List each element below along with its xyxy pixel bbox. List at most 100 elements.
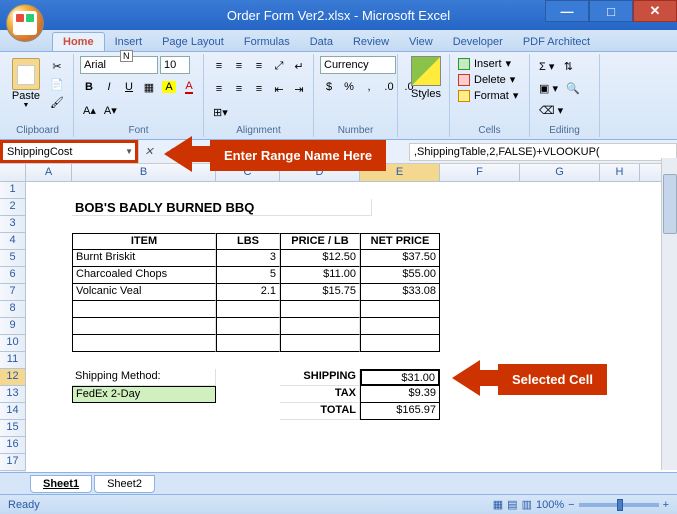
cut-button[interactable]: ✂	[48, 58, 66, 74]
format-painter-button[interactable]: 🖌	[48, 94, 66, 110]
cell-price-1[interactable]: $11.00	[280, 267, 360, 284]
bold-button[interactable]: B	[80, 77, 98, 97]
cell-shipping-label[interactable]: SHIPPING	[280, 369, 360, 386]
row-header-15[interactable]: 15	[0, 420, 26, 437]
zoom-slider[interactable]	[579, 503, 659, 507]
cell-c10[interactable]	[216, 335, 280, 352]
sort-button[interactable]: ⇅	[559, 56, 577, 76]
paste-button[interactable]: Paste ▼	[8, 56, 44, 111]
zoom-out-button[interactable]: −	[568, 499, 574, 511]
cell-header-price[interactable]: PRICE / LB	[280, 233, 360, 250]
view-layout-icon[interactable]: ▤	[507, 498, 517, 511]
tab-page-layout[interactable]: Page Layout	[152, 33, 234, 51]
cell-total-value[interactable]: $165.97	[360, 403, 440, 420]
name-box-input[interactable]	[7, 146, 131, 158]
underline-button[interactable]: U	[120, 77, 138, 97]
formula-bar[interactable]: ,ShippingTable,2,FALSE)+VLOOKUP(	[409, 143, 677, 161]
minimize-button[interactable]: —	[545, 0, 589, 22]
col-header-a[interactable]: A	[26, 164, 72, 181]
col-header-b[interactable]: B	[72, 164, 216, 181]
cell-lbs-1[interactable]: 5	[216, 267, 280, 284]
cell-price-0[interactable]: $12.50	[280, 250, 360, 267]
cell-c8[interactable]	[216, 301, 280, 318]
align-left-button[interactable]: ≡	[210, 79, 228, 99]
cell-lbs-0[interactable]: 3	[216, 250, 280, 267]
cell-net-0[interactable]: $37.50	[360, 250, 440, 267]
cell-header-net[interactable]: NET PRICE	[360, 233, 440, 250]
sheet-tab-2[interactable]: Sheet2	[94, 475, 155, 493]
align-bottom-button[interactable]: ≡	[250, 56, 268, 76]
tab-review[interactable]: Review	[343, 33, 399, 51]
name-box-dropdown-icon[interactable]: ▼	[125, 147, 133, 156]
cell-item-0[interactable]: Burnt Briskit	[72, 250, 216, 267]
delete-cells-button[interactable]: Delete ▾	[456, 72, 523, 87]
vertical-scrollbar[interactable]	[661, 158, 677, 470]
orientation-button[interactable]: ⤢	[270, 56, 288, 76]
styles-button[interactable]: Styles	[404, 56, 448, 100]
cell-b8[interactable]	[72, 301, 216, 318]
cell-shipping-method-label[interactable]: Shipping Method:	[72, 369, 216, 386]
autosum-button[interactable]: Σ ▾	[536, 56, 557, 76]
currency-button[interactable]: $	[320, 77, 338, 97]
format-cells-button[interactable]: Format ▾	[456, 88, 523, 103]
office-button[interactable]	[6, 4, 44, 42]
row-header-11[interactable]: 11	[0, 352, 26, 369]
row-header-2[interactable]: 2	[0, 199, 26, 216]
cell-d9[interactable]	[280, 318, 360, 335]
name-box[interactable]: ▼	[0, 140, 138, 163]
tab-home[interactable]: Home	[52, 32, 105, 51]
italic-button[interactable]: I	[100, 77, 118, 97]
shrink-font-button[interactable]: A▾	[101, 100, 120, 120]
row-header-14[interactable]: 14	[0, 403, 26, 420]
maximize-button[interactable]: □	[589, 0, 633, 22]
fill-button[interactable]: ▣ ▾	[536, 78, 561, 98]
row-header-3[interactable]: 3	[0, 216, 26, 233]
cell-d8[interactable]	[280, 301, 360, 318]
cell-e10[interactable]	[360, 335, 440, 352]
select-all-corner[interactable]	[0, 164, 26, 181]
tab-formulas[interactable]: Formulas	[234, 33, 300, 51]
cell-title[interactable]: BOB'S BADLY BURNED BBQ	[72, 199, 372, 216]
row-header-6[interactable]: 6	[0, 267, 26, 284]
cell-tax-label[interactable]: TAX	[280, 386, 360, 403]
cell-net-2[interactable]: $33.08	[360, 284, 440, 301]
cell-total-label[interactable]: TOTAL	[280, 403, 360, 420]
row-header-13[interactable]: 13	[0, 386, 26, 403]
zoom-in-button[interactable]: +	[663, 499, 669, 511]
cell-d10[interactable]	[280, 335, 360, 352]
merge-button[interactable]: ⊞▾	[210, 102, 231, 122]
tab-pdf[interactable]: PDF Architect	[513, 33, 600, 51]
view-pagebreak-icon[interactable]: ▥	[522, 498, 532, 511]
font-color-button[interactable]: A	[180, 77, 198, 97]
cell-tax-value[interactable]: $9.39	[360, 386, 440, 403]
tab-insert[interactable]: Insert	[105, 33, 153, 51]
font-name-select[interactable]	[80, 56, 158, 74]
col-header-f[interactable]: F	[440, 164, 520, 181]
align-middle-button[interactable]: ≡	[230, 56, 248, 76]
insert-cells-button[interactable]: Insert ▾	[456, 56, 523, 71]
clear-button[interactable]: ⌫ ▾	[536, 100, 566, 120]
increase-indent-button[interactable]: ⇥	[290, 79, 308, 99]
zoom-thumb[interactable]	[617, 499, 623, 511]
font-size-select[interactable]	[160, 56, 190, 74]
copy-button[interactable]: 📄	[48, 76, 66, 92]
align-right-button[interactable]: ≡	[250, 79, 268, 99]
view-normal-icon[interactable]: ▦	[493, 498, 503, 511]
border-button[interactable]: ▦	[140, 77, 158, 97]
fill-color-button[interactable]: A	[160, 77, 178, 97]
row-header-9[interactable]: 9	[0, 318, 26, 335]
tab-view[interactable]: View	[399, 33, 443, 51]
zoom-level[interactable]: 100%	[536, 499, 564, 511]
decrease-indent-button[interactable]: ⇤	[270, 79, 288, 99]
cell-header-item[interactable]: ITEM	[72, 233, 216, 250]
grow-font-button[interactable]: A▴	[80, 100, 99, 120]
row-header-4[interactable]: 4	[0, 233, 26, 250]
cell-c9[interactable]	[216, 318, 280, 335]
cell-e8[interactable]	[360, 301, 440, 318]
row-header-12[interactable]: 12	[0, 369, 26, 386]
increase-decimal-button[interactable]: .0	[380, 77, 398, 97]
number-format-select[interactable]	[320, 56, 396, 74]
row-header-7[interactable]: 7	[0, 284, 26, 301]
row-header-8[interactable]: 8	[0, 301, 26, 318]
row-header-5[interactable]: 5	[0, 250, 26, 267]
